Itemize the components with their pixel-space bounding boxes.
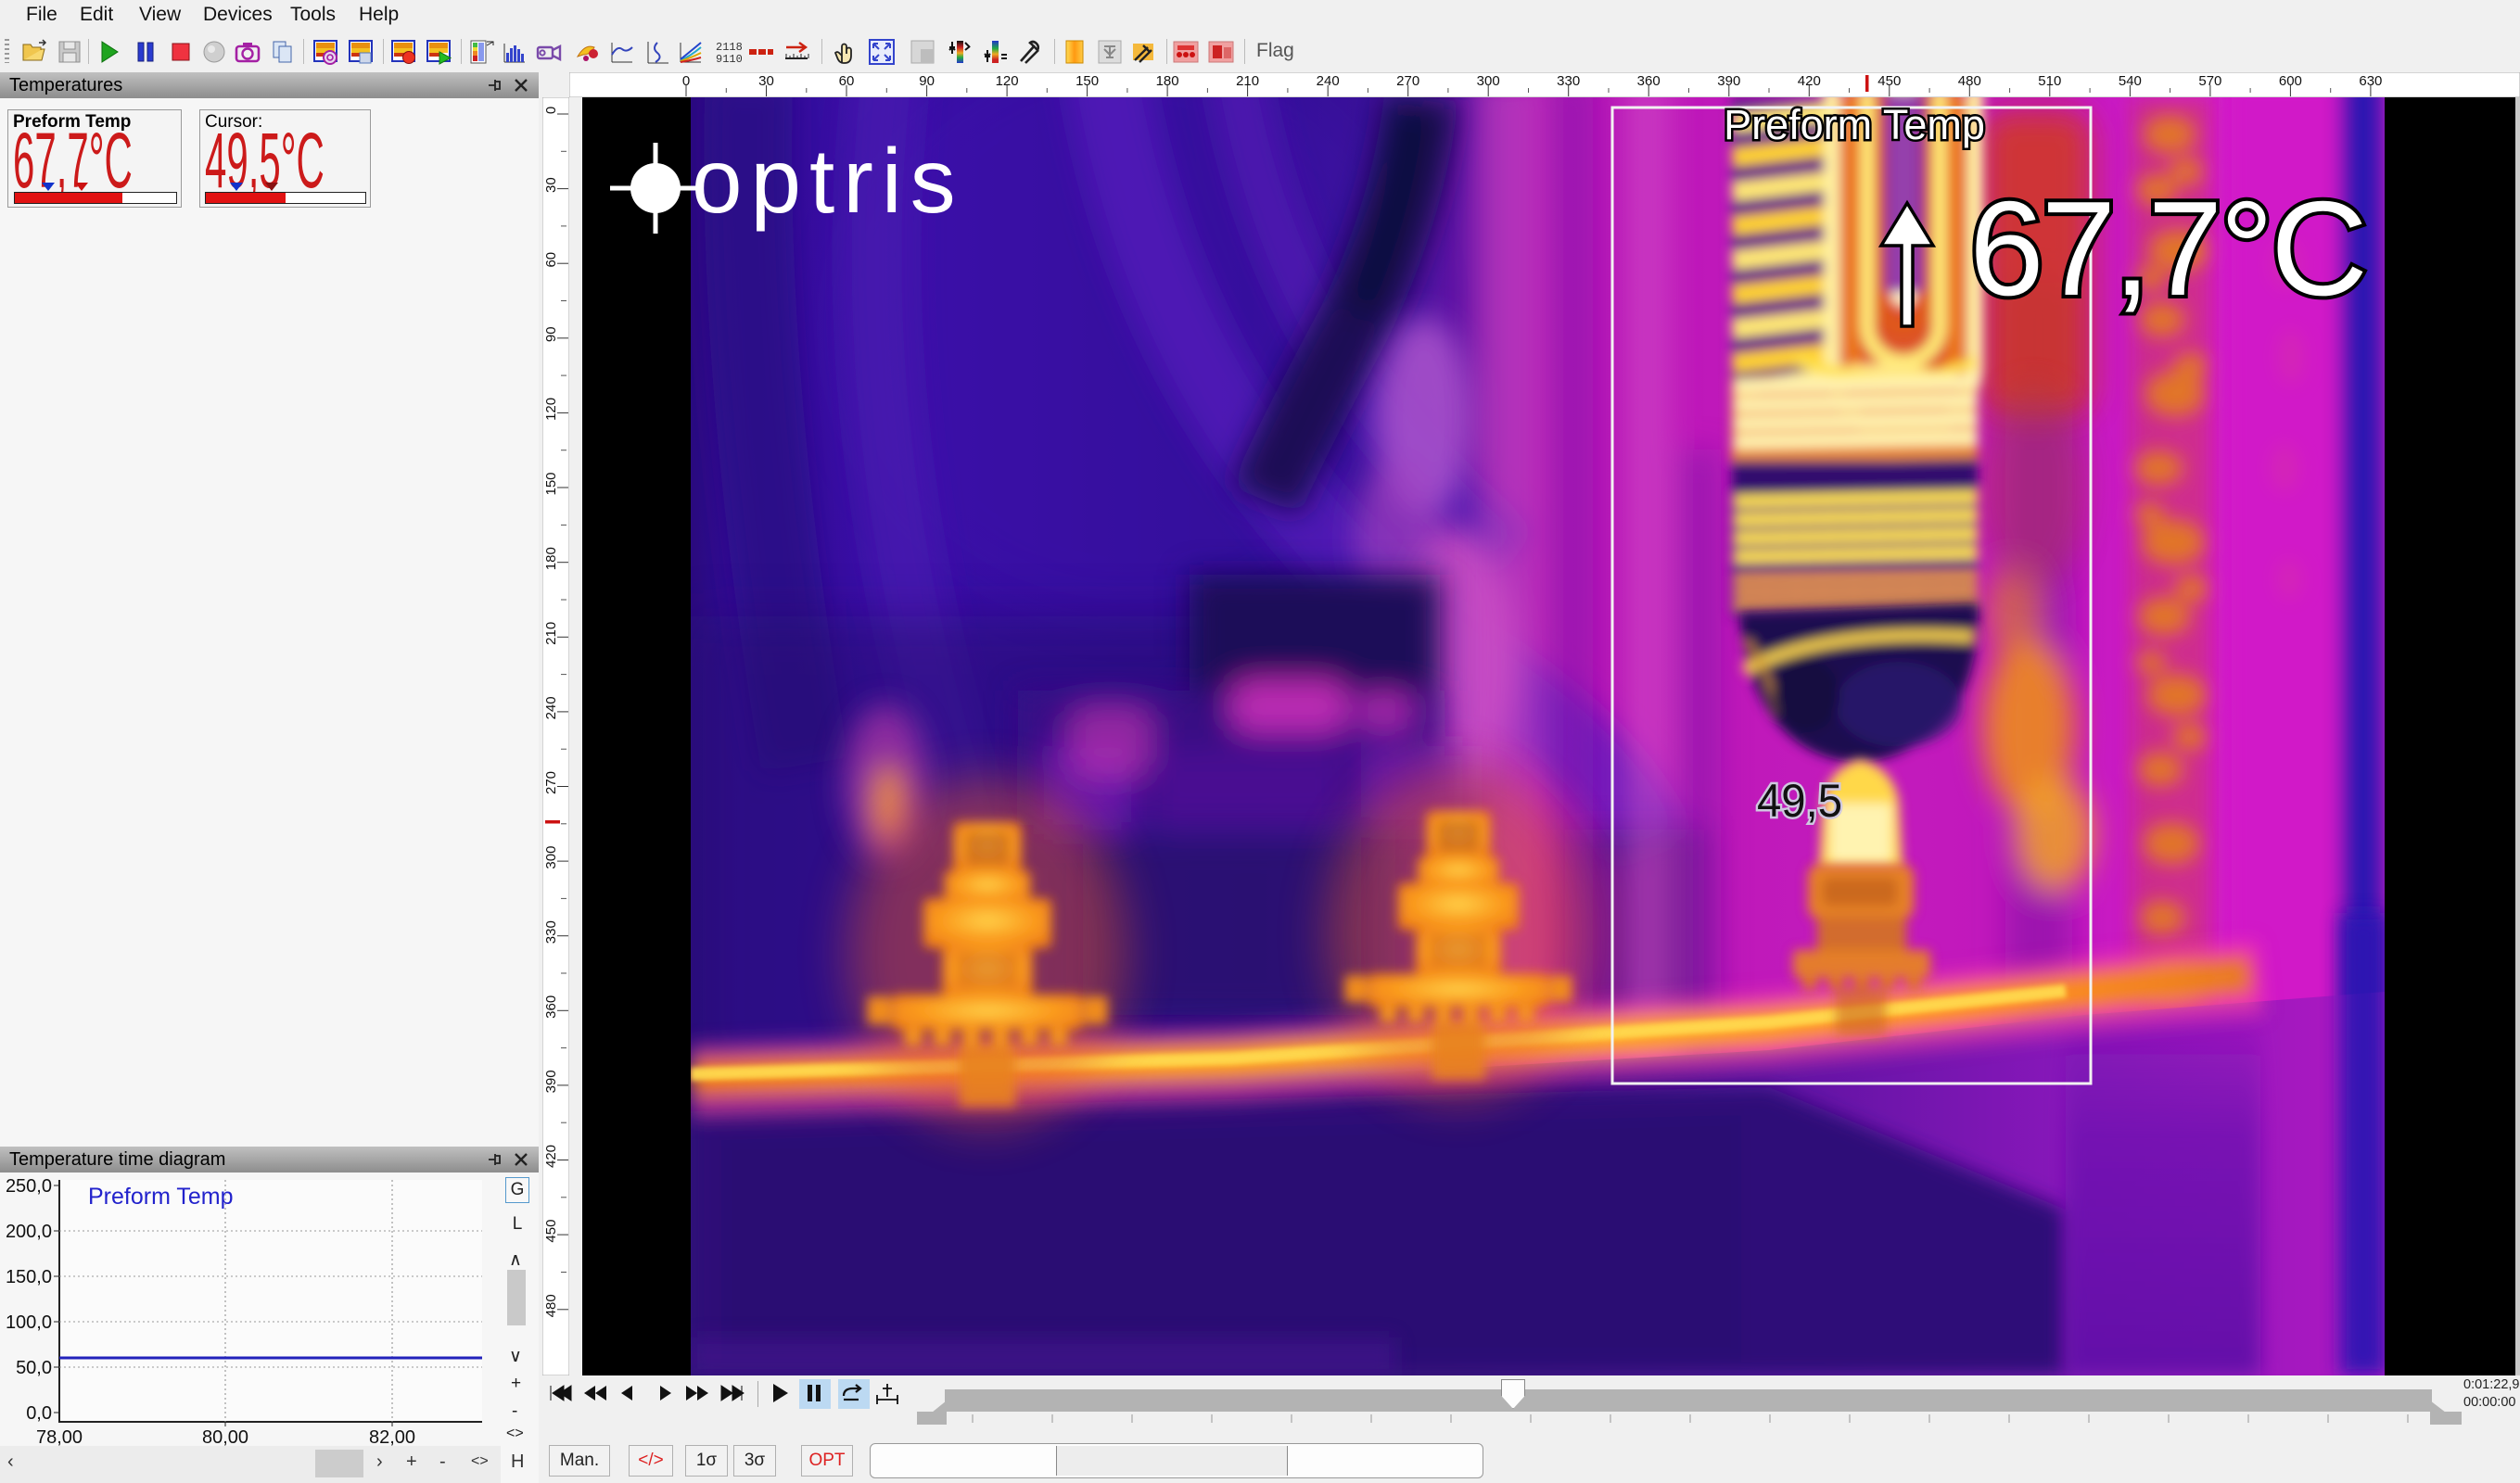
svg-text:250,0: 250,0 [6, 1176, 52, 1197]
svg-text:480: 480 [543, 1294, 559, 1317]
svg-text:9110: 9110 [716, 53, 742, 66]
svg-text:78,00: 78,00 [36, 1427, 83, 1448]
svg-text:49,5: 49,5 [1757, 775, 1842, 827]
svg-text:150: 150 [1075, 73, 1099, 89]
svg-text:0,0: 0,0 [26, 1403, 52, 1424]
svg-text:450: 450 [543, 1220, 559, 1243]
svg-text:67,7°C: 67,7°C [1969, 173, 2365, 323]
svg-text:60: 60 [543, 252, 559, 268]
svg-text:270: 270 [543, 771, 559, 794]
svg-text:270: 270 [1396, 73, 1419, 89]
svg-text:300: 300 [1477, 73, 1500, 89]
svg-text:330: 330 [543, 920, 559, 944]
svg-text:30: 30 [543, 177, 559, 193]
svg-text:600: 600 [2279, 73, 2302, 89]
svg-text:90: 90 [543, 326, 559, 342]
svg-text:390: 390 [543, 1070, 559, 1093]
svg-text:360: 360 [543, 995, 559, 1019]
svg-text:510: 510 [2038, 73, 2061, 89]
svg-text:570: 570 [2198, 73, 2221, 89]
svg-text:90: 90 [919, 73, 935, 89]
svg-text:480: 480 [1958, 73, 1981, 89]
svg-text:2118: 2118 [716, 41, 742, 54]
svg-text:120: 120 [543, 398, 559, 421]
svg-text:200,0: 200,0 [6, 1222, 52, 1242]
svg-text:150: 150 [543, 472, 559, 495]
svg-text:50,0: 50,0 [16, 1358, 52, 1378]
svg-text:0: 0 [543, 107, 559, 114]
svg-text:420: 420 [1798, 73, 1821, 89]
svg-text:82,00: 82,00 [369, 1427, 415, 1448]
svg-text:120: 120 [996, 73, 1019, 89]
svg-text:360: 360 [1637, 73, 1661, 89]
svg-text:390: 390 [1717, 73, 1740, 89]
svg-text:210: 210 [543, 622, 559, 645]
svg-text:630: 630 [2359, 73, 2382, 89]
svg-text:180: 180 [1156, 73, 1179, 89]
svg-text:80,00: 80,00 [202, 1427, 248, 1448]
svg-text:540: 540 [2119, 73, 2142, 89]
svg-text:420: 420 [543, 1145, 559, 1168]
svg-text:330: 330 [1557, 73, 1580, 89]
svg-text:240: 240 [543, 696, 559, 719]
svg-text:240: 240 [1317, 73, 1340, 89]
svg-text:150,0: 150,0 [6, 1267, 52, 1287]
svg-text:Preform Temp: Preform Temp [88, 1184, 234, 1210]
svg-text:450: 450 [1877, 73, 1901, 89]
svg-text:optris: optris [692, 130, 964, 232]
svg-text:30: 30 [758, 73, 774, 89]
svg-text:60: 60 [839, 73, 855, 89]
svg-text:180: 180 [543, 547, 559, 570]
svg-text:210: 210 [1236, 73, 1259, 89]
svg-text:100,0: 100,0 [6, 1312, 52, 1333]
svg-text:0: 0 [682, 73, 690, 89]
svg-text:300: 300 [543, 846, 559, 869]
svg-text:Preform Temp: Preform Temp [1724, 101, 1985, 148]
